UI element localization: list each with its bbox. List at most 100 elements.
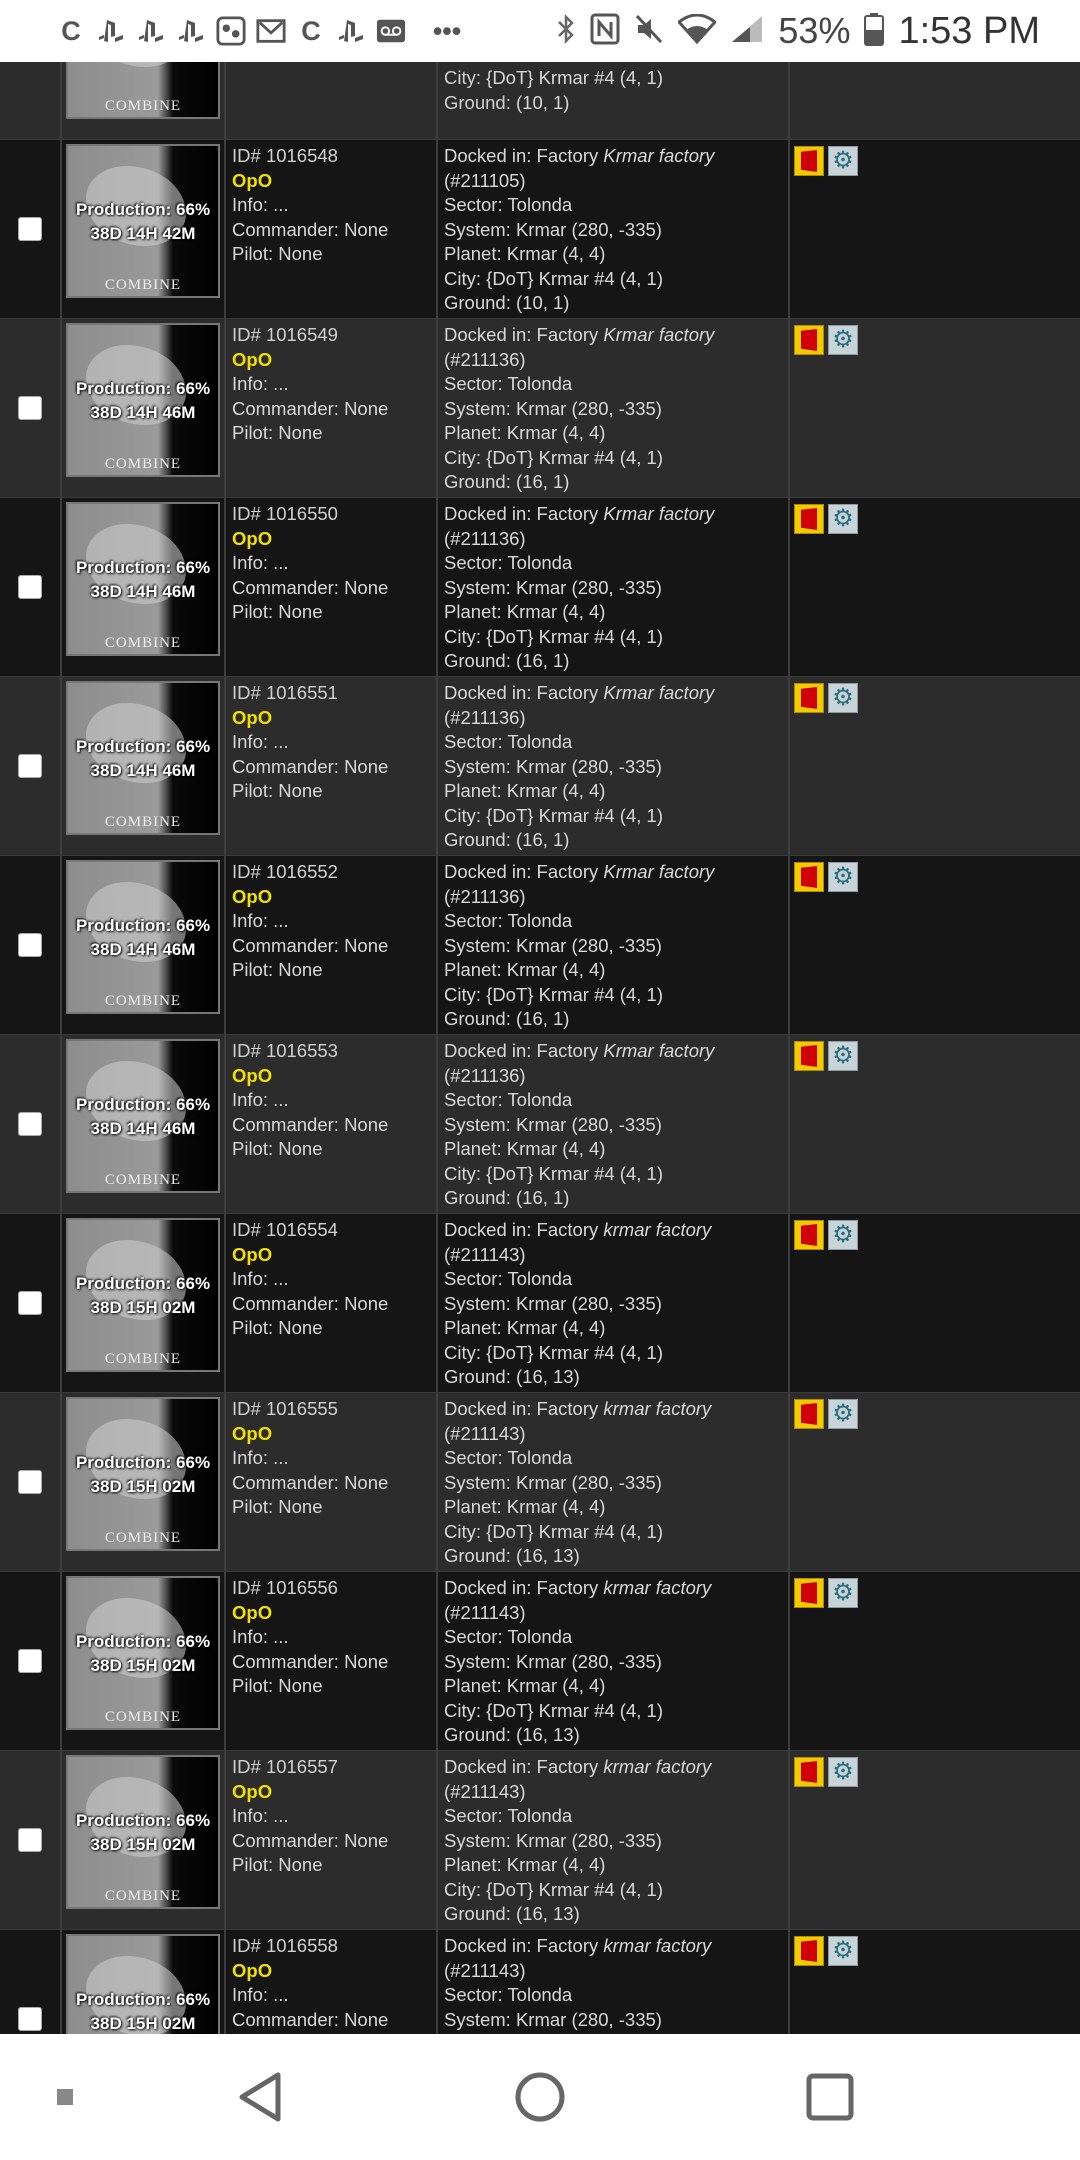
info-cell: ID# 1016558OpOInfo: ...Commander: NonePi… bbox=[226, 1930, 438, 2034]
recent-apps-button[interactable] bbox=[790, 2034, 870, 2160]
factory-link[interactable]: Krmar factory bbox=[603, 1040, 714, 1061]
door-icon[interactable] bbox=[794, 683, 824, 713]
ship-thumbnail[interactable]: Production: 66%38D 15H 02MCOMBINE bbox=[66, 1397, 220, 1551]
door-icon[interactable] bbox=[794, 1578, 824, 1608]
ground-line: Ground: (16, 13) bbox=[444, 1366, 580, 1387]
back-icon bbox=[239, 2072, 281, 2122]
gear-icon[interactable]: ⚙ bbox=[828, 1220, 858, 1250]
ship-thumbnail[interactable]: Production: 66% 38D 14H 42M COMBINE bbox=[66, 144, 220, 298]
checkbox-cell bbox=[0, 1035, 62, 1213]
info-cell: ID# 1016549 OpO Info: ... Commander: None Pi… bbox=[226, 319, 438, 497]
row-checkbox[interactable] bbox=[18, 933, 42, 957]
menu-button[interactable] bbox=[40, 2034, 90, 2160]
ship-thumbnail[interactable]: Production: 66%38D 15H 02MCOMBINE bbox=[66, 1218, 220, 1372]
row-checkbox[interactable] bbox=[18, 2007, 42, 2031]
ship-thumbnail[interactable]: COMBINE bbox=[66, 62, 220, 119]
factory-link[interactable]: Krmar factory bbox=[603, 324, 714, 345]
info-line: Info: ... bbox=[232, 1984, 289, 2005]
owner-name[interactable]: OpO bbox=[232, 1422, 430, 1447]
factory-link[interactable]: Krmar factory bbox=[603, 861, 714, 882]
ground-line: Ground: (16, 1) bbox=[444, 650, 570, 671]
gear-icon[interactable]: ⚙ bbox=[828, 325, 858, 355]
pilot-line: Pilot: None bbox=[232, 1675, 323, 1696]
owner-name[interactable]: OpO bbox=[232, 1064, 430, 1089]
owner-name[interactable]: OpO bbox=[232, 169, 430, 194]
gear-icon[interactable]: ⚙ bbox=[828, 146, 858, 176]
factory-link[interactable]: krmar factory bbox=[603, 1935, 711, 1956]
door-icon[interactable] bbox=[794, 862, 824, 892]
info-line: Info: ... bbox=[232, 1805, 289, 1826]
door-icon[interactable] bbox=[794, 1757, 824, 1787]
gear-icon[interactable]: ⚙ bbox=[828, 683, 858, 713]
gear-icon[interactable]: ⚙ bbox=[828, 1399, 858, 1429]
gear-icon[interactable]: ⚙ bbox=[828, 862, 858, 892]
row-checkbox[interactable] bbox=[18, 1112, 42, 1136]
checkbox-cell bbox=[0, 856, 62, 1034]
ship-thumbnail[interactable]: Production: 66% 38D 14H 46M COMBINE bbox=[66, 502, 220, 656]
notification-icons: C C ••• bbox=[0, 16, 462, 46]
gmail-icon bbox=[256, 16, 286, 46]
home-button[interactable] bbox=[500, 2034, 580, 2160]
gear-icon[interactable]: ⚙ bbox=[828, 1936, 858, 1966]
production-percent: Production: 66% bbox=[75, 1990, 211, 2009]
owner-name[interactable]: OpO bbox=[232, 1780, 430, 1805]
owner-name[interactable]: OpO bbox=[232, 527, 430, 552]
factory-link[interactable]: Krmar factory bbox=[603, 145, 714, 166]
ship-thumbnail[interactable]: Production: 66% 38D 14H 46M COMBINE bbox=[66, 1039, 220, 1193]
info-cell: ID# 1016551 OpO Info: ... Commander: None Pi… bbox=[226, 677, 438, 855]
owner-name[interactable]: OpO bbox=[232, 885, 430, 910]
table-row: Production: 66% 38D 15H 02M COMBINE ID# 101… bbox=[0, 1393, 1080, 1572]
row-checkbox[interactable] bbox=[18, 396, 42, 420]
ship-thumbnail[interactable]: Production: 66%38D 15H 02MCOMBINE bbox=[66, 1576, 220, 1730]
gear-icon[interactable]: ⚙ bbox=[828, 504, 858, 534]
thumbnail-brand: COMBINE bbox=[104, 814, 182, 830]
factory-link[interactable]: Krmar factory bbox=[603, 503, 714, 524]
gear-icon[interactable]: ⚙ bbox=[828, 1757, 858, 1787]
commander-line: Commander: None bbox=[232, 1113, 389, 1135]
docked-line: Docked in: Factory krmar factory bbox=[444, 1398, 712, 1419]
ship-thumbnail[interactable]: Production: 66%38D 15H 02MCOMBINE bbox=[66, 1934, 220, 2034]
factory-link[interactable]: krmar factory bbox=[603, 1219, 711, 1240]
door-icon[interactable] bbox=[794, 1041, 824, 1071]
factory-link[interactable]: krmar factory bbox=[603, 1398, 711, 1419]
factory-link[interactable]: Krmar factory bbox=[603, 682, 714, 703]
row-checkbox[interactable] bbox=[18, 754, 42, 778]
door-icon[interactable] bbox=[794, 504, 824, 534]
owner-name[interactable]: OpO bbox=[232, 1243, 430, 1268]
owner-name[interactable]: OpO bbox=[232, 706, 430, 731]
row-checkbox[interactable] bbox=[18, 1649, 42, 1673]
door-icon[interactable] bbox=[794, 1936, 824, 1966]
row-checkbox[interactable] bbox=[18, 217, 42, 241]
factory-link[interactable]: krmar factory bbox=[603, 1756, 711, 1777]
ship-thumbnail[interactable]: Production: 66% 38D 14H 46M COMBINE bbox=[66, 860, 220, 1014]
row-checkbox[interactable] bbox=[18, 1828, 42, 1852]
ship-thumbnail[interactable]: Production: 66% 38D 14H 46M COMBINE bbox=[66, 323, 220, 477]
planet-line: Planet: Krmar (4, 4) bbox=[444, 1854, 606, 1875]
owner-name[interactable]: OpO bbox=[232, 1601, 430, 1626]
more-icon: ••• bbox=[432, 15, 462, 46]
production-time: 38D 14H 46M bbox=[90, 582, 196, 601]
thumbnail-cell: COMBINE bbox=[62, 62, 226, 139]
factory-id: (#211136) bbox=[444, 706, 526, 728]
back-button[interactable] bbox=[220, 2034, 300, 2160]
door-icon[interactable] bbox=[794, 146, 824, 176]
row-checkbox[interactable] bbox=[18, 575, 42, 599]
ship-thumbnail[interactable]: Production: 66% 38D 14H 46M COMBINE bbox=[66, 681, 220, 835]
ground-line: Ground: (16, 1) bbox=[444, 471, 570, 492]
gear-icon[interactable]: ⚙ bbox=[828, 1041, 858, 1071]
owner-name[interactable]: OpO bbox=[232, 1959, 430, 1984]
info-cell: ID# 1016548 OpO Info: ... Commander: None Pi… bbox=[226, 140, 438, 318]
gear-icon[interactable]: ⚙ bbox=[828, 1578, 858, 1608]
ships-table: COMBINE City: {DoT} Krmar #4 (4, 1) Grou… bbox=[0, 62, 1080, 2034]
pilot-line: Pilot: None bbox=[232, 959, 323, 980]
row-checkbox[interactable] bbox=[18, 1470, 42, 1494]
id-line: ID# 1016558 bbox=[232, 1935, 338, 1956]
door-icon[interactable] bbox=[794, 1399, 824, 1429]
system-line: System: Krmar (280, -335) bbox=[444, 1113, 662, 1135]
door-icon[interactable] bbox=[794, 325, 824, 355]
factory-link[interactable]: krmar factory bbox=[603, 1577, 711, 1598]
owner-name[interactable]: OpO bbox=[232, 348, 430, 373]
ship-thumbnail[interactable]: Production: 66%38D 15H 02MCOMBINE bbox=[66, 1755, 220, 1909]
row-checkbox[interactable] bbox=[18, 1291, 42, 1315]
door-icon[interactable] bbox=[794, 1220, 824, 1250]
